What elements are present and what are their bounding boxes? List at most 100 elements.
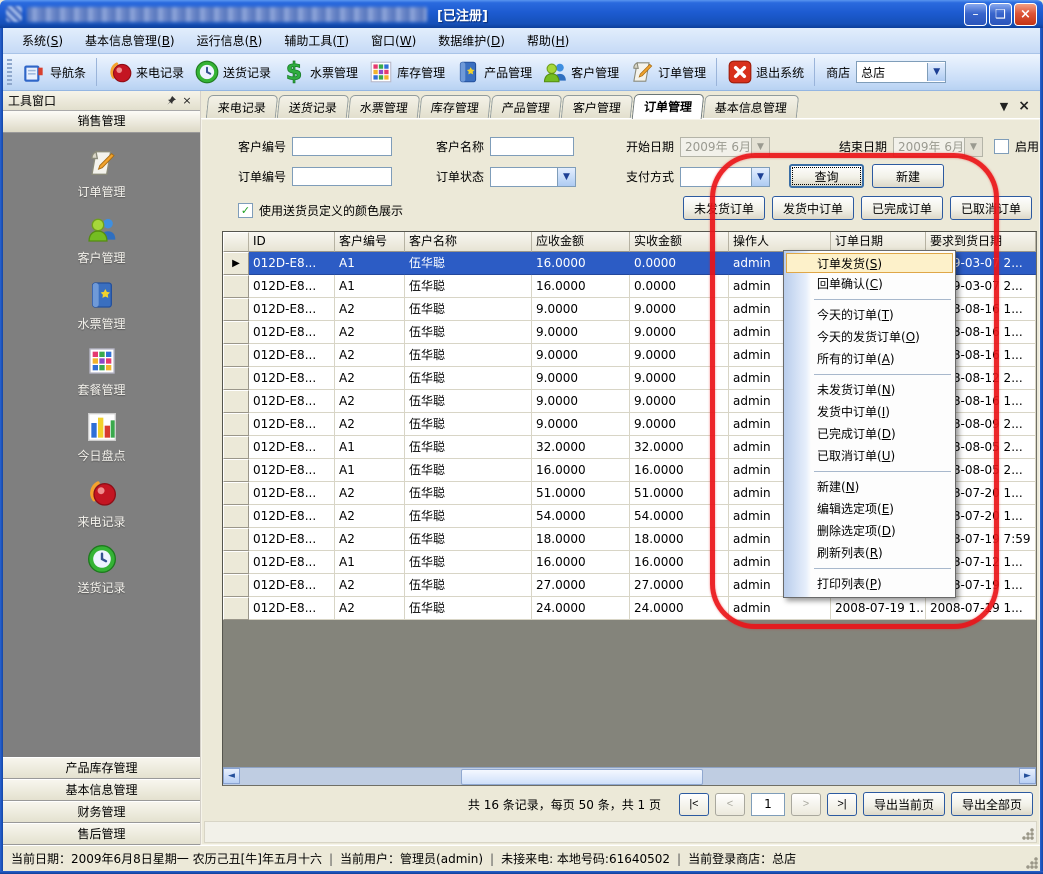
tab-库存管理[interactable]: 库存管理 <box>419 95 491 118</box>
chevron-down-icon[interactable]: ▼ <box>557 168 575 186</box>
enable-checkbox[interactable] <box>994 139 1009 154</box>
column-header-操作人[interactable]: 操作人 <box>729 232 831 252</box>
color-display-checkbox[interactable]: ✓ <box>238 203 253 218</box>
new-button[interactable]: 新建 <box>872 164 944 188</box>
tab-基本信息管理[interactable]: 基本信息管理 <box>703 95 799 118</box>
toolbar-button-订单管理[interactable]: 订单管理 <box>624 57 711 87</box>
export-all-pages-button[interactable]: 导出全部页 <box>951 792 1033 816</box>
pin-icon[interactable] <box>163 93 179 108</box>
sidebar-item-订单管理[interactable]: 订单管理 <box>3 147 200 195</box>
context-menu-item-发货中订单[interactable]: 发货中订单(I) <box>784 401 955 423</box>
menubar-item-系统[interactable]: 系统(S) <box>11 29 74 52</box>
filter-button-未发货订单[interactable]: 未发货订单 <box>683 196 765 220</box>
tab-订单管理[interactable]: 订单管理 <box>632 94 705 119</box>
prev-page-button[interactable]: < <box>715 793 745 816</box>
shop-select[interactable]: 总店 ▼ <box>856 61 946 83</box>
toolbar-button-导航条[interactable]: 导航条 <box>16 57 91 87</box>
column-header-订单日期[interactable]: 订单日期 <box>831 232 926 252</box>
toolbar-button-送货记录[interactable]: 送货记录 <box>189 57 276 87</box>
page-number-input[interactable] <box>751 793 785 816</box>
end-date-picker[interactable]: 2009年 6月 8日 ▼ <box>893 137 983 157</box>
context-menu-item-未发货订单[interactable]: 未发货订单(N) <box>784 379 955 401</box>
start-date-picker[interactable]: 2009年 6月 8日 ▼ <box>680 137 770 157</box>
chevron-down-icon[interactable]: ▼ <box>927 63 945 81</box>
first-page-button[interactable]: |< <box>679 793 709 816</box>
sidebar-item-客户管理[interactable]: 客户管理 <box>3 213 200 261</box>
menubar-item-基本信息管理[interactable]: 基本信息管理(B) <box>74 29 186 52</box>
query-button[interactable]: 查询 <box>789 164 864 188</box>
sidebar-section-售后管理[interactable]: 售后管理 <box>3 823 200 845</box>
toolbar-grip[interactable] <box>7 59 12 85</box>
pay-method-select[interactable]: ▼ <box>680 167 770 187</box>
customer-name-input[interactable] <box>490 137 574 156</box>
sidebar-item-来电记录[interactable]: 来电记录 <box>3 477 200 525</box>
chevron-down-icon[interactable]: ▼ <box>751 168 769 186</box>
table-cell: 012D-E8... <box>249 390 335 413</box>
status-bar: 当前日期：2009年6月8日星期一 农历己丑[牛]年五月十六|当前用户：管理员(… <box>3 845 1040 871</box>
menubar-item-运行信息[interactable]: 运行信息(R) <box>186 29 274 52</box>
tab-close-icon[interactable]: × <box>1018 98 1030 114</box>
table-row[interactable]: 012D-E8...A2伍华聪24.000024.0000admin2008-0… <box>223 597 1036 620</box>
scroll-right-icon[interactable]: ► <box>1019 768 1036 784</box>
tab-scroll-down-icon[interactable]: ▼ <box>1000 100 1008 113</box>
filter-button-发货中订单[interactable]: 发货中订单 <box>772 196 854 220</box>
context-menu-item-今天的发货订单[interactable]: 今天的发货订单(O) <box>784 326 955 348</box>
context-menu-item-已取消订单[interactable]: 已取消订单(U) <box>784 445 955 467</box>
filter-button-已完成订单[interactable]: 已完成订单 <box>861 196 943 220</box>
tab-来电记录[interactable]: 来电记录 <box>206 95 278 118</box>
customer-no-input[interactable] <box>292 137 392 156</box>
column-header-客户编号[interactable]: 客户编号 <box>335 232 405 252</box>
column-header-客户名称[interactable]: 客户名称 <box>405 232 532 252</box>
next-page-button[interactable]: > <box>791 793 821 816</box>
menubar-item-窗口[interactable]: 窗口(W) <box>360 29 427 52</box>
scroll-left-icon[interactable]: ◄ <box>223 768 240 784</box>
toolbar-button-客户管理[interactable]: 客户管理 <box>537 57 624 87</box>
column-header-要求到货日期[interactable]: 要求到货日期 <box>926 232 1036 252</box>
column-header-实收金额[interactable]: 实收金额 <box>630 232 729 252</box>
table-cell: 24.0000 <box>532 597 630 620</box>
sidebar-section-sales[interactable]: 销售管理 <box>3 111 200 133</box>
menubar-item-辅助工具[interactable]: 辅助工具(T) <box>273 29 360 52</box>
context-menu-item-订单发货[interactable]: 订单发货(S) <box>786 253 953 273</box>
toolbar-button-库存管理[interactable]: 库存管理 <box>363 57 450 87</box>
sidebar-item-今日盘点[interactable]: 今日盘点 <box>3 411 200 459</box>
context-menu-item-回单确认[interactable]: 回单确认(C) <box>784 273 955 295</box>
tab-客户管理[interactable]: 客户管理 <box>561 95 633 118</box>
menubar-item-帮助[interactable]: 帮助(H) <box>516 29 580 52</box>
tab-送货记录[interactable]: 送货记录 <box>277 95 349 118</box>
sidebar-item-套餐管理[interactable]: 套餐管理 <box>3 345 200 393</box>
minimize-button[interactable]: – <box>964 3 987 26</box>
context-menu-item-打印列表[interactable]: 打印列表(P) <box>784 573 955 595</box>
close-button[interactable]: × <box>1014 3 1037 26</box>
last-page-button[interactable]: >| <box>827 793 857 816</box>
toolbar-button-来电记录[interactable]: 来电记录 <box>102 57 189 87</box>
toolbar-button-产品管理[interactable]: 产品管理 <box>450 57 537 87</box>
sidebar-close-icon[interactable]: × <box>179 93 195 108</box>
sidebar-item-送货记录[interactable]: 送货记录 <box>3 543 200 591</box>
context-menu-item-今天的订单[interactable]: 今天的订单(T) <box>784 304 955 326</box>
toolbar-button-水票管理[interactable]: $水票管理 <box>276 57 363 87</box>
filter-button-已取消订单[interactable]: 已取消订单 <box>950 196 1032 220</box>
sidebar-section-产品库存管理[interactable]: 产品库存管理 <box>3 757 200 779</box>
sidebar-section-财务管理[interactable]: 财务管理 <box>3 801 200 823</box>
order-no-input[interactable] <box>292 167 392 186</box>
export-current-page-button[interactable]: 导出当前页 <box>863 792 945 816</box>
menubar-item-数据维护[interactable]: 数据维护(D) <box>427 29 516 52</box>
toolbar-button-退出系统[interactable]: 退出系统 <box>722 57 809 87</box>
sidebar-item-水票管理[interactable]: 水票管理 <box>3 279 200 327</box>
context-menu-item-删除选定项[interactable]: 删除选定项(D) <box>784 520 955 542</box>
context-menu-item-已完成订单[interactable]: 已完成订单(D) <box>784 423 955 445</box>
maximize-button[interactable]: ❑ <box>989 3 1012 26</box>
tab-产品管理[interactable]: 产品管理 <box>490 95 562 118</box>
column-header-ID[interactable]: ID <box>249 232 335 252</box>
tab-水票管理[interactable]: 水票管理 <box>348 95 420 118</box>
context-menu-item-所有的订单[interactable]: 所有的订单(A) <box>784 348 955 370</box>
order-status-select[interactable]: ▼ <box>490 167 576 187</box>
context-menu-item-新建[interactable]: 新建(N) <box>784 476 955 498</box>
context-menu-item-刷新列表[interactable]: 刷新列表(R) <box>784 542 955 564</box>
sidebar-section-基本信息管理[interactable]: 基本信息管理 <box>3 779 200 801</box>
context-menu-item-编辑选定项[interactable]: 编辑选定项(E) <box>784 498 955 520</box>
column-header-应收金额[interactable]: 应收金额 <box>532 232 630 252</box>
scrollbar-thumb[interactable] <box>461 769 703 785</box>
horizontal-scrollbar[interactable]: ◄ ► <box>223 767 1036 785</box>
